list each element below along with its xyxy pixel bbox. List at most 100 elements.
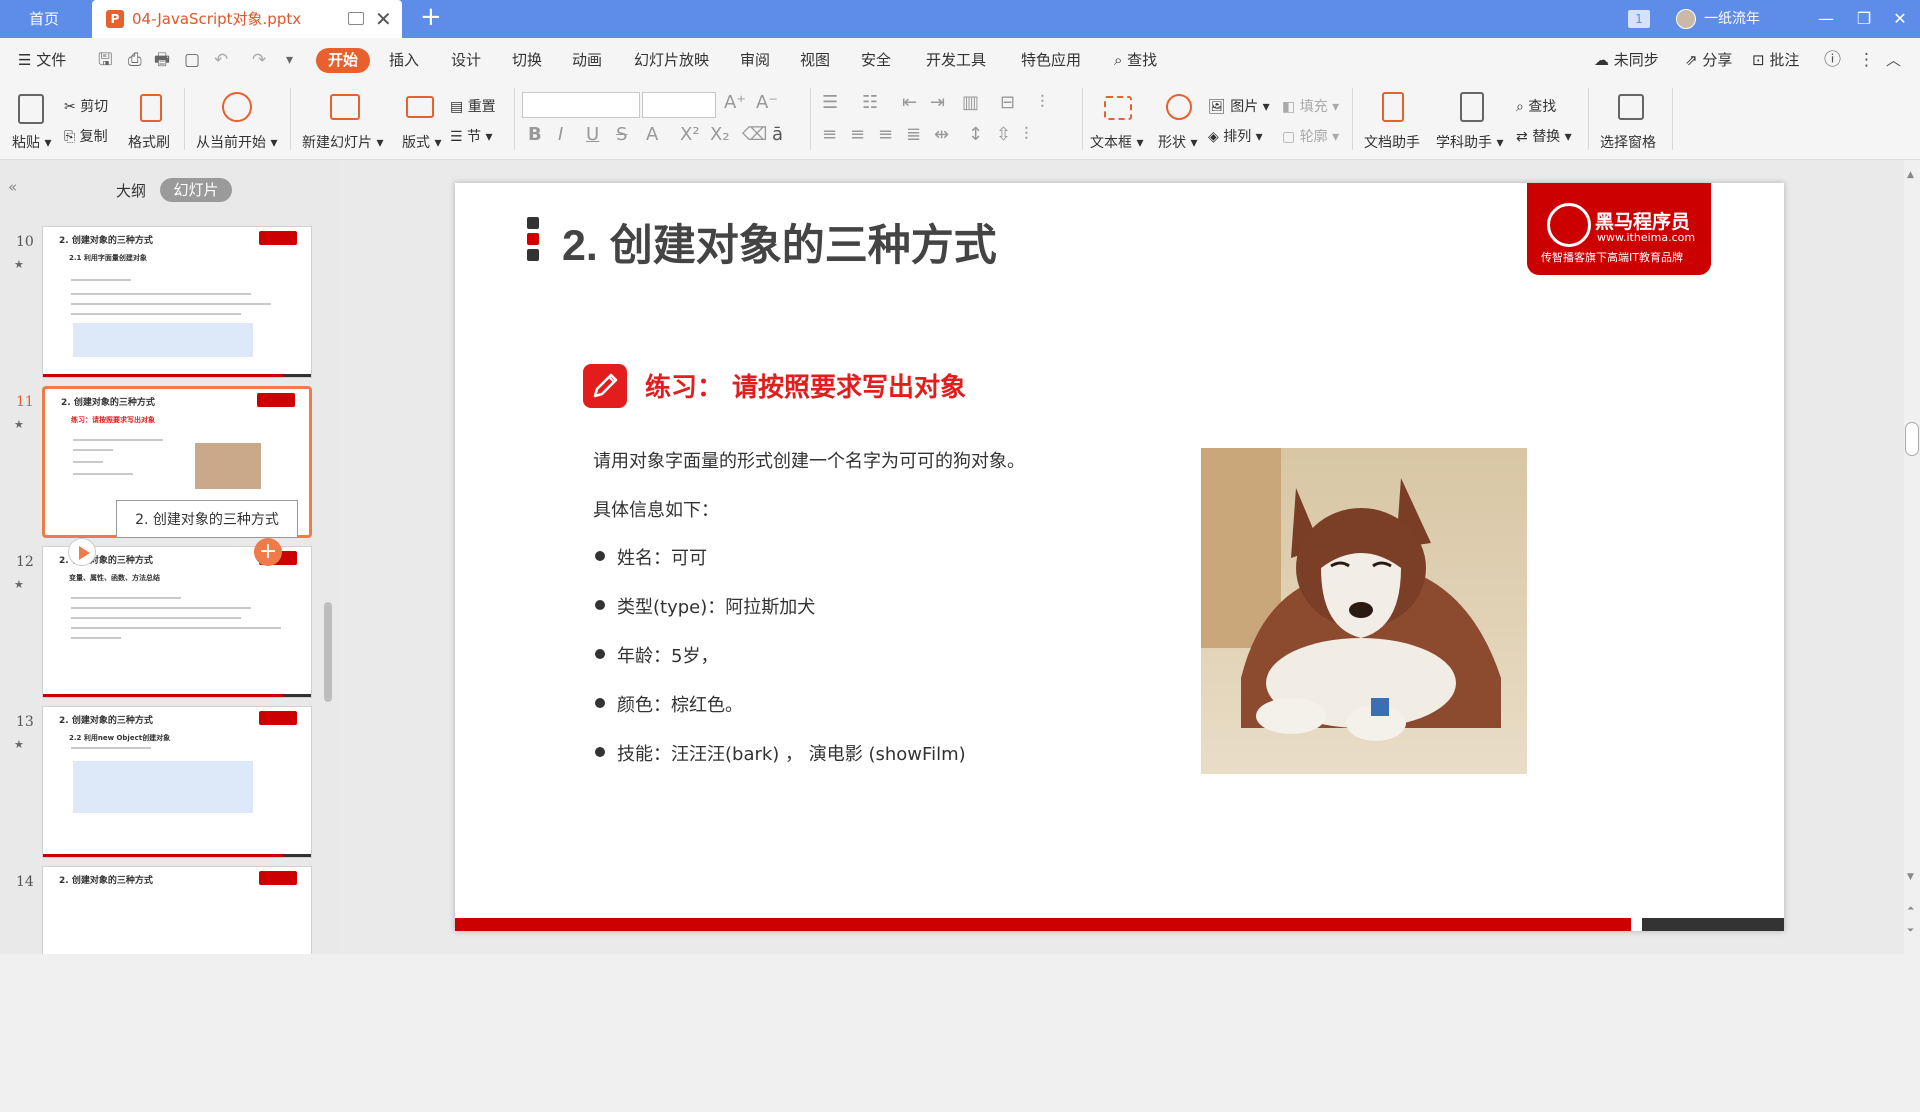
italic-icon[interactable]: I <box>558 124 563 145</box>
scroll-down-icon[interactable]: ▼ <box>1907 872 1914 882</box>
decrease-indent-icon[interactable]: ⇤ <box>902 92 917 113</box>
save-icon[interactable]: 🖫 <box>98 38 112 82</box>
superscript-icon[interactable]: X² <box>680 124 700 145</box>
window-count-badge[interactable]: 1 <box>1628 10 1650 28</box>
exercise-title[interactable]: 练习： 请按照要求写出对象 <box>645 367 966 404</box>
customize-chevron-icon[interactable]: ▾ <box>286 38 293 82</box>
new-tab-button[interactable]: + <box>420 2 442 32</box>
cut-button[interactable]: ✂ 剪切 <box>64 96 108 116</box>
slide-title[interactable]: 2. 创建对象的三种方式 <box>562 211 997 273</box>
undo-icon[interactable]: ↶ <box>214 38 228 82</box>
reset-button[interactable]: ▤ 重置 <box>450 96 496 116</box>
increase-font-icon[interactable]: A⁺ <box>724 92 746 113</box>
select-pane-button[interactable]: 选择窗格 <box>1600 132 1656 152</box>
arrange-button[interactable]: ◈ 排列 ▾ <box>1208 126 1263 146</box>
menu-tab-features[interactable]: 特色应用 <box>1021 38 1081 82</box>
slide-thumbnail[interactable]: 2. 创建对象的三种方式 <box>42 866 312 954</box>
slide[interactable]: 2. 创建对象的三种方式 黑马程序员 www.itheima.com 传智播客旗… <box>455 183 1784 931</box>
share-button[interactable]: ⇗ 分享 <box>1685 38 1732 82</box>
subject-assistant-button[interactable]: 学科助手 ▾ <box>1436 132 1503 152</box>
help-icon[interactable]: ⓘ <box>1824 38 1841 82</box>
outline-button[interactable]: ▢ 轮廓 ▾ <box>1282 126 1339 146</box>
info-label[interactable]: 具体信息如下： <box>593 496 719 522</box>
text-effect-icon[interactable]: ā <box>772 124 783 145</box>
preview-icon[interactable]: ▢ <box>184 38 200 82</box>
bullet-list-icon[interactable]: ☰ <box>822 92 838 113</box>
scrollbar-thumb[interactable] <box>1905 422 1919 456</box>
restore-tab-icon[interactable] <box>348 12 364 25</box>
dog-photo[interactable] <box>1201 448 1527 774</box>
menu-tab-security[interactable]: 安全 <box>861 38 891 82</box>
username[interactable]: 一纸流年 <box>1704 0 1760 38</box>
file-menu[interactable]: ☰ 文件 <box>18 38 66 82</box>
menu-tab-start[interactable]: 开始 <box>316 48 371 73</box>
bullet-skills[interactable]: 技能：汪汪汪(bark) ， 演电影 (showFilm) <box>617 740 966 766</box>
menu-tab-insert[interactable]: 插入 <box>389 38 419 82</box>
close-window-icon[interactable]: ✕ <box>1882 0 1918 38</box>
from-current-button[interactable]: 从当前开始 ▾ <box>196 132 277 152</box>
layout-button[interactable]: 版式 ▾ <box>402 132 441 152</box>
bullet-color[interactable]: 颜色：棕红色。 <box>617 691 743 717</box>
line-spacing-icon[interactable]: ↕ <box>968 124 983 145</box>
menu-tab-transition[interactable]: 切换 <box>512 38 542 82</box>
slide-thumbnail[interactable]: 2. 创建对象的三种方式 变量、属性、函数、方法总结 <box>42 546 312 698</box>
subscript-icon[interactable]: X₂ <box>710 124 730 145</box>
minimize-icon[interactable]: — <box>1808 0 1844 38</box>
prev-page-icon[interactable]: ⏶ <box>1907 904 1914 914</box>
doc-assistant-button[interactable]: 文档助手 <box>1364 132 1420 152</box>
menu-search[interactable]: ⌕ 查找 <box>1114 38 1157 82</box>
intro-text[interactable]: 请用对象字面量的形式创建一个名字为可可的狗对象。 <box>593 447 1025 473</box>
align-right-icon[interactable]: ≡ <box>878 124 893 145</box>
para-spacing-icon[interactable]: ⇳ <box>996 124 1011 145</box>
maximize-icon[interactable]: ❐ <box>1846 0 1882 38</box>
fill-button[interactable]: ◧ 填充 ▾ <box>1282 96 1339 116</box>
distribute-icon[interactable]: ⇹ <box>934 124 949 145</box>
scrollbar-thumb[interactable] <box>324 602 332 702</box>
new-slide-button[interactable]: 新建幻灯片 ▾ <box>302 132 383 152</box>
replace-button[interactable]: ⇄ 替换 ▾ <box>1516 126 1572 146</box>
textbox-button[interactable]: 文本框 ▾ <box>1090 132 1143 152</box>
align-center-icon[interactable]: ≡ <box>850 124 865 145</box>
copy-button[interactable]: ⎘ 复制 <box>64 126 108 146</box>
export-icon[interactable]: ⎙ <box>128 38 142 82</box>
text-direction-icon[interactable]: ⊟ <box>1000 92 1015 113</box>
canvas-scrollbar[interactable]: ▲ ▼ ⏶ ⏷ <box>1904 160 1920 954</box>
strikethrough-icon[interactable]: S <box>616 124 627 145</box>
menu-tab-devtools[interactable]: 开发工具 <box>926 38 986 82</box>
slide-thumbnail[interactable]: 2. 创建对象的三种方式 2.2 利用new Object创建对象 <box>42 706 312 858</box>
menu-tab-slideshow[interactable]: 幻灯片放映 <box>634 38 709 82</box>
tab-outline[interactable]: 大纲 <box>116 180 146 201</box>
shape-button[interactable]: 形状 ▾ <box>1158 132 1197 152</box>
collapse-panel-icon[interactable]: « <box>8 178 17 196</box>
thumbnail-row[interactable]: 10 ★ 2. 创建对象的三种方式 2.1 利用字面量创建对象 <box>0 224 322 384</box>
find-button[interactable]: ⌕ 查找 <box>1516 96 1556 116</box>
user-avatar[interactable] <box>1676 9 1696 29</box>
numbered-list-icon[interactable]: ☷ <box>862 92 878 113</box>
menu-tab-animation[interactable]: 动画 <box>572 38 602 82</box>
bullet-name[interactable]: 姓名：可可 <box>617 544 707 570</box>
align-left-icon[interactable]: ≡ <box>822 124 837 145</box>
para-settings-icon[interactable]: ⫶ <box>1024 124 1029 145</box>
justify-icon[interactable]: ≣ <box>906 124 921 145</box>
increase-indent-icon[interactable]: ⇥ <box>930 92 945 113</box>
next-page-icon[interactable]: ⏷ <box>1907 926 1914 936</box>
underline-icon[interactable]: U <box>586 124 599 145</box>
document-tab[interactable]: P 04-JavaScript对象.pptx ✕ <box>92 0 402 38</box>
print-icon[interactable]: 🖶 <box>154 38 170 82</box>
paste-button[interactable]: 粘贴 ▾ <box>12 132 51 152</box>
home-tab[interactable]: 首页 <box>0 0 88 38</box>
picture-button[interactable]: 🖼 图片 ▾ <box>1208 96 1270 116</box>
sync-button[interactable]: ☁ 未同步 <box>1594 38 1659 82</box>
decrease-font-icon[interactable]: A⁻ <box>756 92 778 113</box>
clear-format-icon[interactable]: ⌫ <box>742 124 767 145</box>
bold-icon[interactable]: B <box>528 124 542 145</box>
more-icon[interactable]: ⋮ <box>1858 38 1875 82</box>
scroll-up-icon[interactable]: ▲ <box>1907 170 1914 180</box>
columns-icon[interactable]: ▥ <box>962 92 979 113</box>
close-tab-icon[interactable]: ✕ <box>375 0 392 38</box>
play-slide-button[interactable] <box>68 538 96 566</box>
thumbnail-row[interactable]: 14 2. 创建对象的三种方式 <box>0 864 322 954</box>
thumbnail-row[interactable]: 12 ★ 2. 创建对象的三种方式 变量、属性、函数、方法总结 <box>0 544 322 704</box>
add-slide-button[interactable]: + <box>254 538 282 566</box>
section-button[interactable]: ☰ 节 ▾ <box>450 126 493 146</box>
